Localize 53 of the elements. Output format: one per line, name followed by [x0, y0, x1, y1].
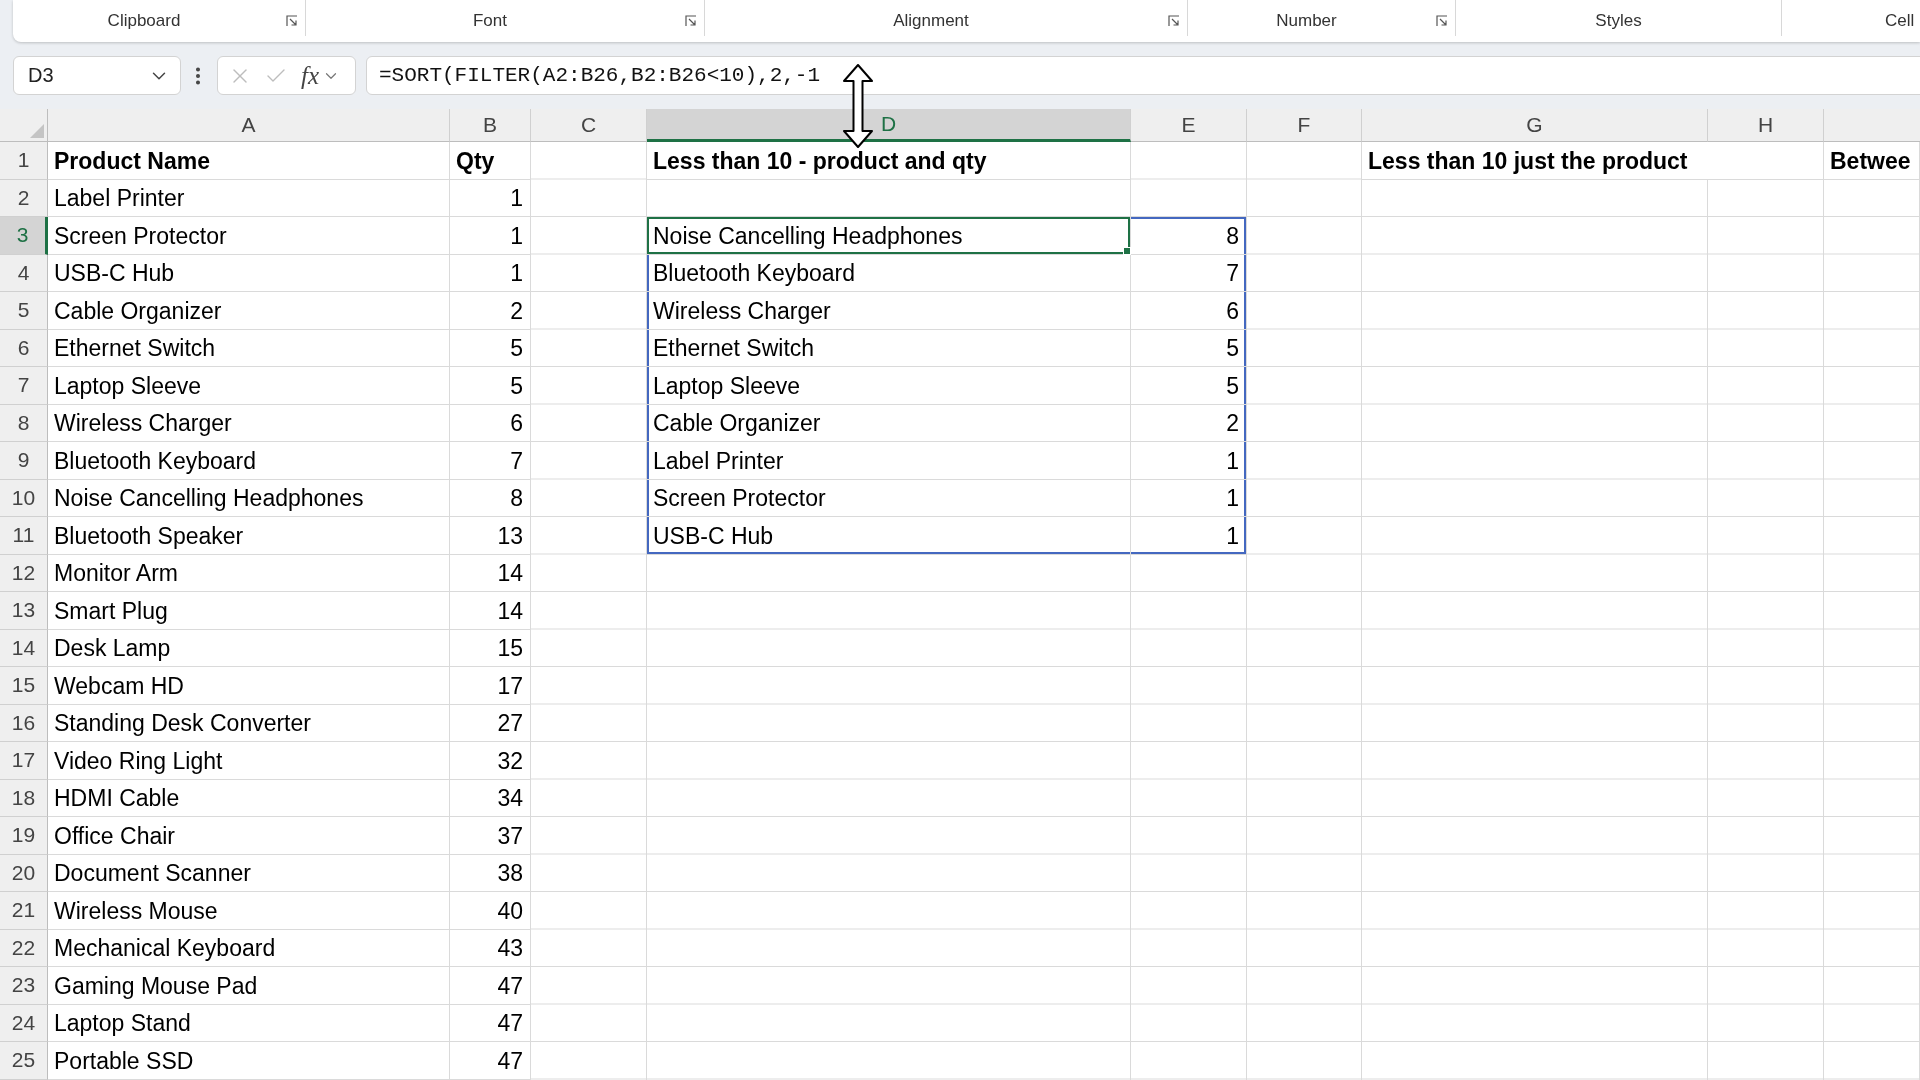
row-header[interactable]: 21 — [0, 892, 48, 930]
table-cell[interactable]: 6 — [1131, 292, 1247, 330]
row-header[interactable]: 10 — [0, 479, 48, 517]
table-cell[interactable]: Wireless Charger — [647, 292, 1131, 330]
row-header[interactable]: 15 — [0, 667, 48, 705]
row-header[interactable]: 7 — [0, 367, 48, 405]
column-header[interactable]: D — [647, 109, 1131, 142]
row-header[interactable]: 1 — [0, 142, 48, 180]
ribbon-group-label: Number — [1276, 11, 1337, 31]
row-header[interactable]: 11 — [0, 517, 48, 555]
table-cell[interactable]: 5 — [1131, 367, 1247, 405]
row-header[interactable]: 3 — [0, 217, 48, 255]
row-header[interactable]: 25 — [0, 1042, 48, 1080]
triangle-icon — [30, 124, 44, 138]
formula-input[interactable]: =SORT(FILTER(A2:B26,B2:B26<10),2,-1 — [366, 56, 1920, 95]
table-cell[interactable]: Less than 10 just the product — [1362, 142, 1824, 180]
corner-arrow-icon[interactable] — [685, 15, 697, 27]
row-header[interactable]: 20 — [0, 854, 48, 892]
double-arrow-cursor-icon — [843, 64, 873, 148]
row-header[interactable]: 5 — [0, 292, 48, 330]
row-header[interactable]: 9 — [0, 442, 48, 480]
row-header[interactable]: 8 — [0, 404, 48, 442]
fill-handle-icon[interactable] — [1123, 246, 1131, 255]
ribbon-group-label: Cell — [1885, 11, 1915, 31]
row-header[interactable]: 12 — [0, 554, 48, 592]
ribbon-group-label: Font — [473, 11, 507, 31]
row-header[interactable]: 19 — [0, 817, 48, 855]
insert-function-button[interactable]: fx — [300, 61, 321, 90]
row-header[interactable]: 13 — [0, 592, 48, 630]
table-cell[interactable]: 8 — [1131, 217, 1247, 255]
row-header[interactable]: 22 — [0, 929, 48, 967]
row-header[interactable]: 24 — [0, 1004, 48, 1042]
row-header[interactable]: 17 — [0, 742, 48, 780]
table-cell[interactable]: 1 — [1131, 442, 1247, 480]
ribbon-group-label: Alignment — [893, 11, 969, 31]
table-cell[interactable]: Noise Cancelling Headphones — [647, 217, 1131, 255]
table-cell[interactable]: 1 — [1131, 517, 1247, 555]
corner-arrow-icon[interactable] — [1436, 15, 1448, 27]
ribbon-group-label: Clipboard — [107, 11, 181, 31]
row-header[interactable]: 4 — [0, 254, 48, 292]
table-cell[interactable]: Label Printer — [647, 442, 1131, 480]
ribbon-group-label: Styles — [1595, 11, 1642, 31]
row-header[interactable]: 6 — [0, 329, 48, 367]
corner-arrow-icon[interactable] — [286, 15, 298, 27]
name-box[interactable]: D3 — [13, 56, 181, 95]
table-cell[interactable]: Laptop Sleeve — [647, 367, 1131, 405]
row-header[interactable]: 18 — [0, 779, 48, 817]
row-header[interactable]: 23 — [0, 967, 48, 1005]
corner-arrow-icon[interactable] — [1168, 15, 1180, 27]
table-cell[interactable]: USB-C Hub — [647, 517, 1131, 555]
row-header[interactable]: 14 — [0, 629, 48, 667]
row-header[interactable]: 2 — [0, 179, 48, 217]
row-header[interactable]: 16 — [0, 704, 48, 742]
